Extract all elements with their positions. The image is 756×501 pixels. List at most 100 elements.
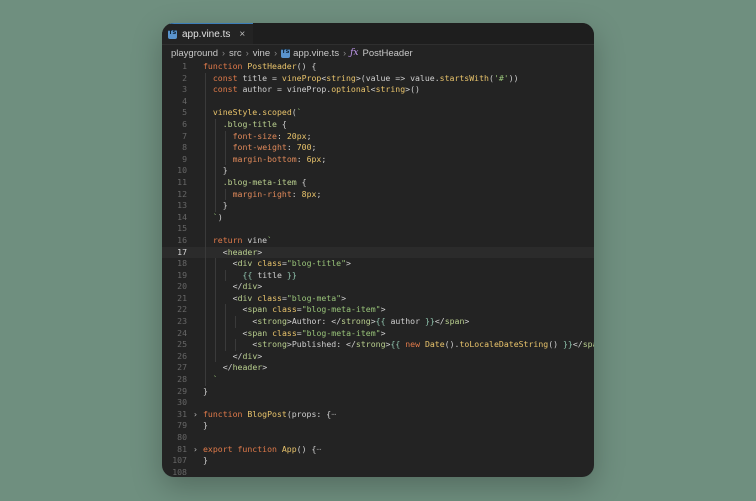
code-line[interactable]: 7 font-size: 20px; xyxy=(162,130,594,143)
indent-guide xyxy=(214,269,216,282)
code-line[interactable]: 31 › function BlogPost(props: {⋯ xyxy=(162,409,594,421)
code-line[interactable]: 2 const title = vineProp<string>(value =>… xyxy=(162,72,594,85)
code-token: </ xyxy=(434,316,445,327)
line-number: 24 xyxy=(177,327,187,338)
code-line[interactable]: 17 <header> xyxy=(162,246,594,259)
code-line[interactable]: 6 .blog-title { xyxy=(162,118,594,131)
code-line[interactable]: 108 xyxy=(162,467,594,477)
code-token: const xyxy=(212,84,243,95)
code-text: </div> xyxy=(233,281,263,293)
code-token: {{ xyxy=(390,339,406,350)
code-token: () { xyxy=(296,61,317,71)
code-token: div xyxy=(237,258,258,269)
code-line[interactable]: 21 <div class="blog-meta"> xyxy=(162,292,594,305)
code-token: ) xyxy=(217,211,223,222)
code-line[interactable]: 23 <strong>Author: </strong>{{ author }}<… xyxy=(162,316,594,328)
code-line[interactable]: 81 › export function App() {⋯ xyxy=(162,444,594,456)
code-token: optional xyxy=(331,84,371,95)
code-token: toLocaleDateString xyxy=(459,339,549,350)
code-token: "blog-meta" xyxy=(286,292,342,303)
code-line[interactable]: 24 <span class="blog-meta-item"> xyxy=(162,327,594,340)
line-number: 22 xyxy=(177,304,187,315)
code-line[interactable]: 15 xyxy=(162,223,594,235)
code-line[interactable]: 5 vineStyle.scoped(` xyxy=(162,107,594,119)
code-token: >(value => value. xyxy=(355,72,440,83)
fold-chevron-icon[interactable]: › xyxy=(193,444,198,456)
code-line[interactable]: 80 xyxy=(162,432,594,444)
code-line[interactable]: 18 <div class="blog-title"> xyxy=(162,258,594,270)
code-token: }} xyxy=(558,339,573,350)
line-number: 6 xyxy=(182,118,187,129)
line-number: 30 xyxy=(177,397,187,408)
close-icon[interactable]: × xyxy=(239,29,245,40)
editor-window: TS app.vine.ts × playground › src › vine… xyxy=(162,23,594,477)
code-token: div xyxy=(237,292,258,303)
code-token: header xyxy=(232,362,263,373)
chevron-right-icon: › xyxy=(222,48,226,58)
code-text: vineStyle.scoped(` xyxy=(213,107,302,119)
code-line[interactable]: 11 .blog-meta-item { xyxy=(162,176,594,189)
code-token: vineProp xyxy=(281,72,322,83)
breadcrumb-item-file[interactable]: app.vine.ts xyxy=(293,48,339,59)
line-number: 11 xyxy=(177,176,187,187)
breadcrumb-item-vine[interactable]: vine xyxy=(253,48,270,59)
line-number: 23 xyxy=(177,316,187,327)
code-token: > xyxy=(262,362,268,373)
breadcrumb-item-playground[interactable]: playground xyxy=(171,48,218,59)
indent-guide xyxy=(214,350,216,363)
indent-guide xyxy=(224,142,226,154)
indent-guide xyxy=(234,339,236,351)
code-line[interactable]: 10} xyxy=(162,165,594,177)
code-token: div xyxy=(242,281,258,292)
indent-guide xyxy=(205,211,206,224)
code-token: author = vineProp. xyxy=(242,84,332,95)
code-line[interactable]: 12 margin-right: 8px; xyxy=(162,188,594,201)
code-line[interactable]: 1 function PostHeader() { xyxy=(162,61,594,73)
indent-guide xyxy=(205,118,206,131)
breadcrumb-item-symbol[interactable]: PostHeader xyxy=(363,48,413,59)
code-line[interactable]: 30 xyxy=(162,397,594,409)
code-token: return xyxy=(212,234,248,245)
code-token: : xyxy=(286,142,297,153)
tab-bar: TS app.vine.ts × xyxy=(162,23,594,45)
indent-guide xyxy=(205,107,206,119)
code-token: >() xyxy=(405,84,420,95)
code-line[interactable]: 26 </div> xyxy=(162,350,594,363)
code-line[interactable]: 22 <span class="blog-meta-item"> xyxy=(162,304,594,317)
code-line[interactable]: 27 </header> xyxy=(162,362,594,375)
line-number: 19 xyxy=(177,269,187,280)
code-token: vine xyxy=(247,234,268,245)
breadcrumb-item-src[interactable]: src xyxy=(229,48,242,59)
code-line[interactable]: 20 </div> xyxy=(162,281,594,293)
code-line[interactable]: 79} xyxy=(162,420,594,432)
code-line[interactable]: 8 font-weight: 700; xyxy=(162,142,594,154)
code-token: > xyxy=(257,281,263,292)
code-text: margin-right: 8px; xyxy=(233,189,322,201)
code-line[interactable]: 29} xyxy=(162,386,594,398)
chevron-right-icon: › xyxy=(274,48,278,58)
code-text: `) xyxy=(213,212,223,224)
fold-chevron-icon[interactable]: › xyxy=(193,409,198,421)
code-text: <strong>Author: </strong>{{ author }}</s… xyxy=(252,316,469,328)
code-token: ⋯ xyxy=(316,443,322,454)
code-token: : xyxy=(291,188,302,199)
code-token: </ xyxy=(222,362,233,373)
code-line[interactable]: 107} xyxy=(162,455,594,467)
code-line[interactable]: 19 {{ title }} xyxy=(162,269,594,282)
line-number: 107 xyxy=(172,455,187,466)
code-line[interactable]: 9 margin-bottom: 6px; xyxy=(162,153,594,166)
code-line[interactable]: 14 `) xyxy=(162,211,594,224)
code-line[interactable]: 3 const author = vineProp.optional<string… xyxy=(162,84,594,96)
code-line[interactable]: 28 ` xyxy=(162,374,594,386)
code-text: return vine` xyxy=(213,235,272,247)
indent-guide xyxy=(205,200,206,212)
tab-app-vine-ts[interactable]: TS app.vine.ts × xyxy=(162,23,254,44)
code-editor[interactable]: 1 function PostHeader() {2 const title = v… xyxy=(162,61,594,477)
code-line[interactable]: 16 return vine` xyxy=(162,234,594,247)
code-line[interactable]: 13} xyxy=(162,200,594,212)
code-token: strong xyxy=(341,316,371,327)
code-line[interactable]: 25 <strong>Published: </strong>{{ new Dat… xyxy=(162,339,594,351)
code-line[interactable]: 4 xyxy=(162,95,594,108)
line-number: 14 xyxy=(177,211,187,222)
line-number: 15 xyxy=(177,223,187,234)
